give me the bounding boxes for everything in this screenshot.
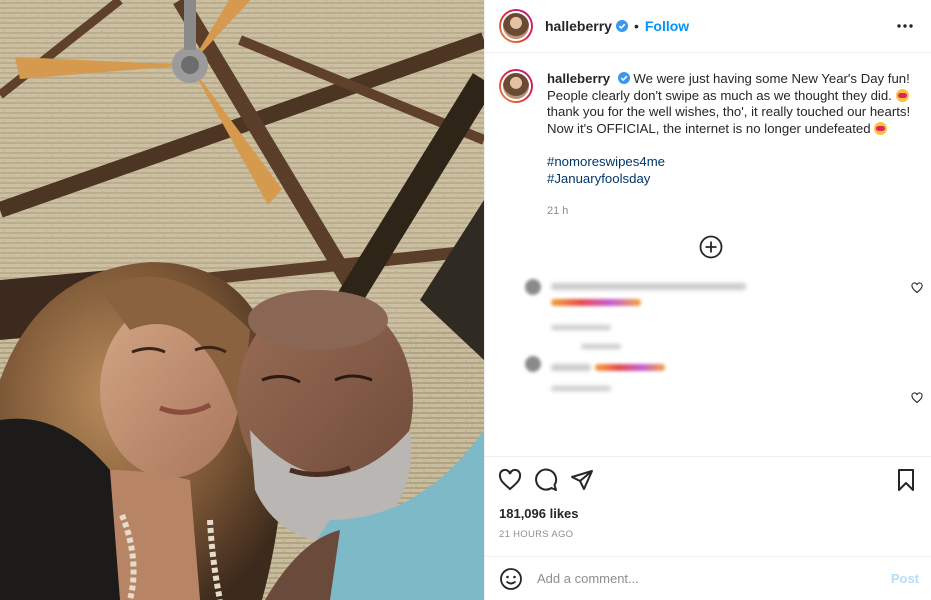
caption-body: halleberry We were just having some New … [547,69,917,220]
action-bar [485,456,931,502]
comments-section: halleberry We were just having some New … [485,53,931,456]
blurred-comment [551,283,751,349]
post-comment-button[interactable]: Post [891,571,919,586]
caption-username[interactable]: halleberry [547,71,610,86]
verified-badge-icon [617,72,630,84]
bookmark-icon[interactable] [893,467,919,493]
likes-count[interactable]: 181,096 likes [485,502,931,523]
comment-icon[interactable] [533,467,559,493]
caption-text-part2: thank you for the well wishes, tho', it … [547,104,911,136]
comment-like-heart-icon[interactable] [911,282,923,294]
heart-icon[interactable] [497,467,523,493]
load-more-comments-icon[interactable] [699,235,723,259]
commenter-avatar [525,279,541,295]
comment-input[interactable] [537,571,891,586]
share-icon[interactable] [569,467,595,493]
follow-button[interactable]: Follow [645,18,689,34]
emoji-icon[interactable] [499,567,523,591]
selfie-image [0,0,484,600]
commenter-avatar [525,356,541,372]
author-avatar[interactable] [499,9,533,43]
post-photo[interactable] [0,0,484,600]
caption-avatar[interactable] [499,69,533,103]
separator-dot: • [633,18,639,34]
add-comment-bar: Post [485,556,931,600]
post-details-panel: halleberry • Follow halleberry We were j… [484,0,931,600]
blurred-comment [551,358,751,391]
hashtag-link[interactable]: #nomoreswipes4me [547,154,917,171]
post-header: halleberry • Follow [485,0,931,53]
face-blowing-kiss-emoji-icon [874,121,888,135]
comment-like-heart-icon[interactable] [911,392,923,404]
caption: halleberry We were just having some New … [499,69,917,220]
hashtag-link[interactable]: #Januaryfoolsday [547,171,917,188]
author-username[interactable]: halleberry [545,18,612,34]
more-options-icon[interactable] [893,14,917,38]
smiling-face-with-hearts-emoji-icon [895,88,909,102]
post-dialog: halleberry • Follow halleberry We were j… [0,0,931,600]
posted-time[interactable]: 21 HOURS AGO [485,523,931,547]
caption-timestamp[interactable]: 21 h [547,203,917,220]
verified-badge-icon [615,20,628,32]
